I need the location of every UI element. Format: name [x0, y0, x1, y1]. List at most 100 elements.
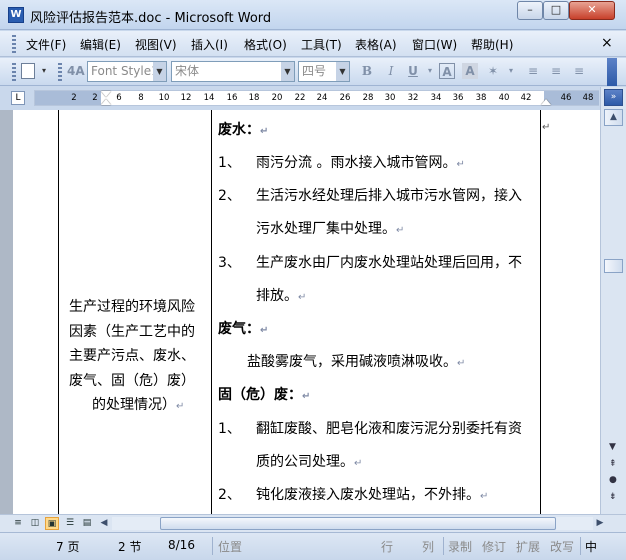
status-track-changes[interactable]: 修订	[482, 538, 506, 555]
menu-file[interactable]: 文件(F)	[26, 36, 66, 53]
word-app-icon[interactable]: W	[8, 7, 24, 23]
menu-grip-handle[interactable]	[12, 35, 16, 53]
menu-window[interactable]: 窗口(W)	[412, 36, 457, 53]
table-column-divider[interactable]	[211, 110, 212, 514]
font-select-value: 宋体	[175, 64, 200, 78]
list-item-text: 质的公司处理。↵	[256, 451, 362, 471]
menu-edit[interactable]: 编辑(E)	[80, 36, 121, 53]
list-number: 2、	[218, 487, 241, 503]
format-toolbar-grip-handle[interactable]	[58, 63, 62, 81]
char-border-button[interactable]: A	[439, 63, 455, 79]
ruler-tick: 24	[316, 93, 328, 103]
toolbar-overflow-button[interactable]	[607, 58, 617, 86]
status-section: 2 节	[118, 540, 142, 554]
document-close-icon[interactable]: ×	[601, 35, 613, 51]
first-line-indent-marker[interactable]	[101, 91, 111, 97]
right-indent-marker[interactable]	[541, 99, 551, 105]
ruler-tick: 48	[582, 93, 594, 103]
chevron-down-icon[interactable]: ▼	[281, 62, 294, 81]
chevron-down-icon[interactable]: ▼	[153, 62, 166, 81]
minimize-button[interactable]: –	[517, 1, 543, 20]
outline-view-icon[interactable]: ☰	[63, 517, 77, 530]
ruler-tick: 46	[560, 93, 572, 103]
underline-button[interactable]: U	[405, 63, 421, 79]
maximize-button[interactable]: □	[543, 1, 569, 20]
print-layout-view-icon[interactable]: ▣	[45, 517, 59, 530]
left-table-cell[interactable]: 生产过程的环境风险 因素（生产工艺中的 主要产污点、废水、 废气、固（危）废） …	[69, 295, 207, 420]
char-shading-button[interactable]: A	[462, 63, 478, 79]
toolbar-grip-handle[interactable]	[12, 63, 16, 81]
menu-help[interactable]: 帮助(H)	[471, 36, 513, 53]
next-page-icon[interactable]: ⇟	[609, 492, 617, 502]
previous-page-icon[interactable]: ⇞	[609, 459, 617, 469]
close-button[interactable]: ✕	[569, 1, 615, 20]
horizontal-scroll-thumb[interactable]	[160, 517, 556, 530]
bold-button[interactable]: B	[359, 63, 375, 79]
status-extend[interactable]: 扩展	[516, 538, 540, 555]
paragraph-mark: ↵	[456, 159, 465, 170]
menu-table[interactable]: 表格(A)	[355, 36, 397, 53]
styles-pane-icon[interactable]: 4A	[67, 63, 85, 79]
chevron-down-icon[interactable]: ▼	[336, 62, 349, 81]
highlight-dropdown-icon[interactable]: ▾	[503, 63, 519, 79]
scroll-right-arrow-icon[interactable]: ▶	[593, 517, 607, 530]
list-item-text: 生活污水经处理后排入城市污水管网，接入	[256, 188, 522, 204]
scroll-up-arrow-icon[interactable]: ▲	[604, 109, 623, 126]
font-size-select[interactable]: 四号 ▼	[298, 61, 350, 82]
toolbar-chevron-icon[interactable]: »	[604, 89, 623, 106]
style-select[interactable]: Font Style1 ▼	[87, 61, 167, 82]
list-item-text: 污水处理厂集中处理。↵	[256, 218, 404, 238]
paragraph-mark: ↵	[354, 458, 363, 469]
ruler-tick: 16	[226, 93, 238, 103]
status-overtype[interactable]: 改写	[550, 538, 574, 555]
vertical-scroll-thumb[interactable]	[604, 259, 623, 273]
document-page[interactable]: 生产过程的环境风险 因素（生产工艺中的 主要产污点、废水、 废气、固（危）废） …	[13, 110, 600, 514]
select-browse-object-icon[interactable]: ●	[609, 475, 617, 485]
status-column: 列	[422, 540, 435, 554]
vertical-scrollbar[interactable]: » ▲ ▼ ⇞ ● ⇟	[600, 87, 626, 514]
menu-insert[interactable]: 插入(I)	[191, 36, 228, 53]
ruler-tick: 22	[294, 93, 306, 103]
gas-text: 盐酸雾废气，采用碱液喷淋吸收。↵	[247, 351, 465, 371]
highlight-icon[interactable]: ✶	[485, 63, 501, 79]
toolbar-options-icon[interactable]: ▾	[36, 63, 52, 79]
ruler-tick: 20	[271, 93, 283, 103]
document-area[interactable]: 生产过程的环境风险 因素（生产工艺中的 主要产污点、废水、 废气、固（危）废） …	[0, 110, 600, 514]
status-record[interactable]: 录制	[448, 538, 472, 555]
web-layout-view-icon[interactable]: ◫	[28, 517, 42, 530]
document-table[interactable]: 生产过程的环境风险 因素（生产工艺中的 主要产污点、废水、 废气、固（危）废） …	[58, 110, 541, 514]
item1-text: 雨污分流 。雨水接入城市管网。	[256, 155, 457, 171]
menu-tools[interactable]: 工具(T)	[301, 36, 342, 53]
ruler-tick: 28	[362, 93, 374, 103]
ruler-area: L 2 2 6 8 10 12 14 16 18 20 22 24 26 28 …	[0, 87, 626, 109]
heading-solid-text: 固（危）废：	[218, 387, 302, 403]
scroll-down-arrow-icon[interactable]: ▼	[609, 442, 616, 452]
normal-view-icon[interactable]: ≡	[11, 517, 25, 530]
ruler-tick: 32	[407, 93, 419, 103]
horizontal-ruler[interactable]: 2 2 6 8 10 12 14 16 18 20 22 24 26 28 30…	[34, 90, 599, 106]
reading-layout-view-icon[interactable]: ▤	[80, 517, 94, 530]
align-right-icon[interactable]: ≡	[571, 63, 587, 79]
status-language[interactable]: 中	[585, 538, 597, 555]
ruler-tick: 40	[498, 93, 510, 103]
underline-dropdown-icon[interactable]: ▾	[422, 63, 438, 79]
tab-selector[interactable]: L	[11, 91, 25, 105]
new-document-icon[interactable]	[21, 63, 35, 79]
scroll-left-arrow-icon[interactable]: ◀	[97, 517, 111, 530]
menu-format[interactable]: 格式(O)	[244, 36, 287, 53]
align-center-icon[interactable]: ≡	[548, 63, 564, 79]
heading-wastewater-text: 废水：	[218, 122, 260, 138]
align-left-icon[interactable]: ≡	[525, 63, 541, 79]
italic-button[interactable]: I	[383, 63, 399, 79]
list-item-text: 排放。↵	[256, 285, 306, 305]
ruler-tick: 6	[116, 93, 122, 103]
heading-wastewater: 废水：↵	[218, 119, 268, 139]
status-divider	[580, 537, 581, 555]
font-select[interactable]: 宋体 ▼	[171, 61, 295, 82]
list-number: 1、	[218, 421, 241, 437]
title-bar: W 风险评估报告范本.doc - Microsoft Word – □ ✕	[0, 0, 626, 30]
list-item-text: 生产废水由厂内废水处理站处理后回用，不	[256, 255, 522, 271]
left-cell-line: 废气、固（危）废）	[69, 372, 195, 389]
hanging-indent-marker[interactable]	[101, 99, 111, 105]
menu-view[interactable]: 视图(V)	[135, 36, 177, 53]
